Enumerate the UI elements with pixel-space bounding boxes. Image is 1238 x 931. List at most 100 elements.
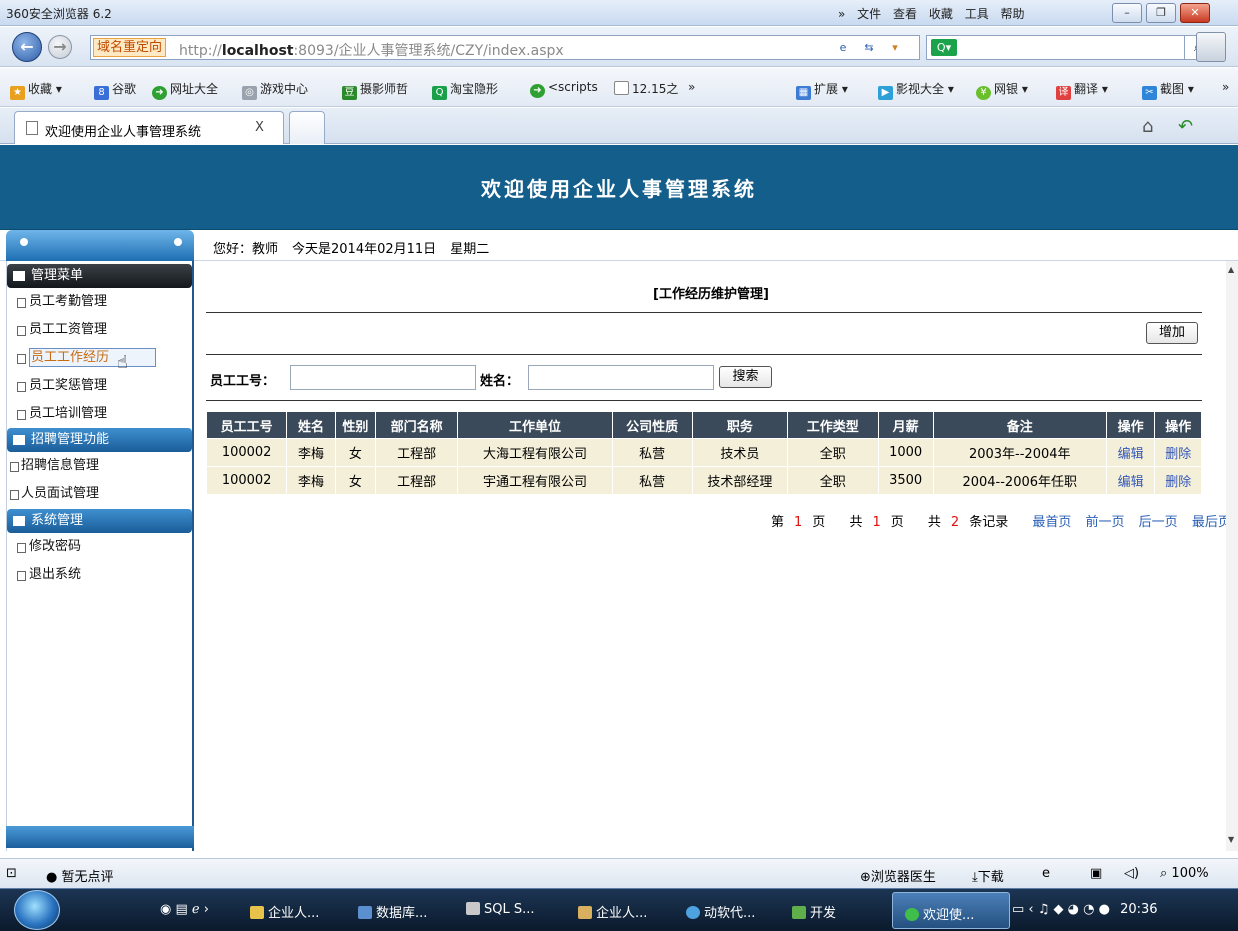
sound-icon[interactable]: ◁)	[1124, 866, 1139, 881]
zoom-icon: ⌕	[1160, 866, 1168, 881]
tab-close-icon[interactable]: X	[255, 120, 264, 135]
grid-icon	[13, 271, 25, 281]
search-box[interactable]: Q▾ ⌕	[926, 35, 1211, 60]
fav-translate[interactable]: 译翻译 ▾	[1056, 80, 1108, 100]
fav-video[interactable]: ▶ 影视大全 ▾	[878, 80, 954, 100]
fav-bank[interactable]: ¥ 网银 ▾	[976, 80, 1028, 100]
menu-help[interactable]: 帮助	[1001, 7, 1025, 21]
sidebar-item-password[interactable]: 修改密码	[7, 533, 192, 561]
edit-link[interactable]: 编辑	[1118, 475, 1144, 490]
fav-sites[interactable]: ➜ 网址大全	[152, 80, 218, 100]
task-hr[interactable]: 企业人...	[578, 902, 647, 921]
url-text[interactable]: http://localhost:8093/企业人事管理系统/CZY/index…	[179, 40, 564, 60]
download-button[interactable]: ⤓下载	[972, 866, 1004, 885]
fav-more[interactable]: »	[688, 80, 695, 94]
search-button[interactable]: 搜索	[719, 366, 772, 388]
sidebar-item-salary[interactable]: 员工工资管理	[7, 316, 192, 344]
refresh-icon[interactable]: ⇆	[859, 39, 879, 57]
zoom-control[interactable]: ⌕ 100%	[1160, 866, 1209, 881]
cell-employee-id: 100002	[205, 438, 288, 467]
fav-scripts[interactable]: ➜ <scripts	[530, 80, 598, 98]
vs-icon	[578, 906, 592, 919]
minimize-button[interactable]: –	[1112, 3, 1142, 23]
sidebar-item-work-history[interactable]: 员工工作经历 ☝	[7, 344, 192, 373]
rating[interactable]: ● 暂无点评	[46, 866, 114, 885]
redirect-badge[interactable]: 域名重定向	[93, 38, 167, 57]
search-engine-icon[interactable]: Q▾	[931, 39, 957, 56]
prev-page-link[interactable]: 前一页	[1086, 515, 1125, 530]
banner-title: 欢迎使用企业人事管理系统	[481, 177, 757, 201]
browser-menu: » 文件 查看 收藏 工具 帮助	[838, 5, 1033, 22]
page-indicator: 第1页	[771, 515, 826, 530]
sidebar-item-logout[interactable]: 退出系统	[7, 561, 192, 589]
fav-page[interactable]: 12.15之	[614, 80, 678, 97]
next-page-link[interactable]: 后一页	[1139, 515, 1178, 530]
fav-right-more[interactable]: »	[1222, 80, 1229, 94]
window-icon[interactable]: ▣	[1090, 866, 1102, 881]
home-icon[interactable]: ⌂	[1142, 116, 1153, 137]
vertical-scrollbar[interactable]: ▲ ▼	[1226, 261, 1238, 851]
ie-mode-icon[interactable]: e	[833, 39, 853, 57]
back-button[interactable]: ←	[12, 32, 42, 62]
maximize-button[interactable]: ❐	[1146, 3, 1176, 23]
delete-link[interactable]: 删除	[1165, 475, 1191, 490]
edit-link[interactable]: 编辑	[1118, 447, 1144, 462]
task-dev[interactable]: 开发	[792, 902, 836, 921]
sidebar-item-attendance[interactable]: 员工考勤管理	[7, 288, 192, 316]
sidebar-item-rewards[interactable]: 员工奖惩管理	[7, 372, 192, 400]
doc-icon	[17, 298, 26, 308]
add-button[interactable]: 增加	[1146, 322, 1198, 344]
scroll-down-icon[interactable]: ▼	[1228, 835, 1234, 844]
menu-favorites[interactable]: 收藏	[929, 7, 953, 21]
task-folder[interactable]: 企业人...	[250, 902, 319, 921]
menu-tools[interactable]: 工具	[965, 7, 989, 21]
delete-link[interactable]: 删除	[1165, 447, 1191, 462]
task-database[interactable]: 数据库...	[358, 902, 427, 921]
pin-icon	[20, 238, 28, 246]
name-input[interactable]	[528, 365, 714, 390]
dropdown-icon[interactable]: ▾	[885, 39, 905, 57]
tab-current[interactable]: 欢迎使用企业人事管理系统 X	[14, 111, 284, 144]
clock[interactable]: 20:36	[1120, 902, 1157, 917]
scroll-up-icon[interactable]: ▲	[1228, 265, 1234, 274]
fav-games[interactable]: ◎ 游戏中心	[242, 80, 308, 100]
employee-id-input[interactable]	[290, 365, 476, 390]
browser-doctor[interactable]: ⊕浏览器医生	[860, 866, 936, 885]
fav-douban[interactable]: 豆摄影师哲	[342, 80, 408, 100]
undo-close-icon[interactable]: ↶	[1178, 116, 1193, 137]
menu-more[interactable]: »	[838, 7, 845, 21]
cell-employee-id: 100002	[205, 466, 288, 495]
new-tab-button[interactable]	[289, 111, 325, 144]
start-button[interactable]	[14, 890, 60, 930]
fav-taobao[interactable]: Q 淘宝隐形	[432, 80, 498, 100]
sidebar-item-training[interactable]: 员工培训管理	[7, 400, 192, 428]
menu-group-system[interactable]: 系统管理	[7, 509, 192, 533]
tray-icons[interactable]: ▭ ‹ ♫ ◆ ◕ ◔ ●	[1012, 902, 1110, 917]
last-page-link[interactable]: 最后页	[1192, 515, 1231, 530]
ie-icon[interactable]: e	[1042, 866, 1050, 881]
quicklaunch-icons[interactable]: ◉ ▤ ℯ ›	[160, 902, 209, 917]
search-form: 员工工号： 姓名： 搜索	[210, 364, 1210, 392]
cell-work-type: 全职	[786, 438, 879, 467]
system-tray: ▭ ‹ ♫ ◆ ◕ ◔ ● 20:36	[1012, 902, 1238, 917]
fav-google[interactable]: 8 谷歌	[94, 80, 136, 100]
sidebar-item-recruit-info[interactable]: 招聘信息管理	[7, 452, 192, 480]
sidebar-item-interview[interactable]: 人员面试管理	[7, 480, 192, 508]
menu-file[interactable]: 文件	[857, 7, 881, 21]
task-codegen[interactable]: 动软代...	[686, 902, 755, 921]
fav-collect[interactable]: ★ 收藏 ▾	[10, 80, 62, 100]
menu-group-recruit[interactable]: 招聘管理功能	[7, 428, 192, 452]
cell-company-type: 私营	[611, 466, 693, 495]
menu-view[interactable]: 查看	[893, 7, 917, 21]
fav-screenshot[interactable]: ✂ 截图 ▾	[1142, 80, 1194, 100]
forward-button[interactable]: →	[48, 35, 72, 59]
close-window-button[interactable]: ✕	[1180, 3, 1210, 23]
sidebar-toggle-icon[interactable]: ⊡	[6, 866, 17, 881]
task-sql[interactable]: SQL S...	[466, 902, 535, 917]
fav-extend[interactable]: ▦ 扩展 ▾	[796, 80, 848, 100]
user-avatar-icon[interactable]	[1196, 32, 1226, 62]
task-browser-active[interactable]: 欢迎使...	[892, 892, 1010, 929]
menu-group-manage[interactable]: 管理菜单	[7, 264, 192, 288]
first-page-link[interactable]: 最首页	[1032, 515, 1071, 530]
address-input[interactable]: 域名重定向 http://localhost:8093/企业人事管理系统/CZY…	[90, 35, 920, 60]
